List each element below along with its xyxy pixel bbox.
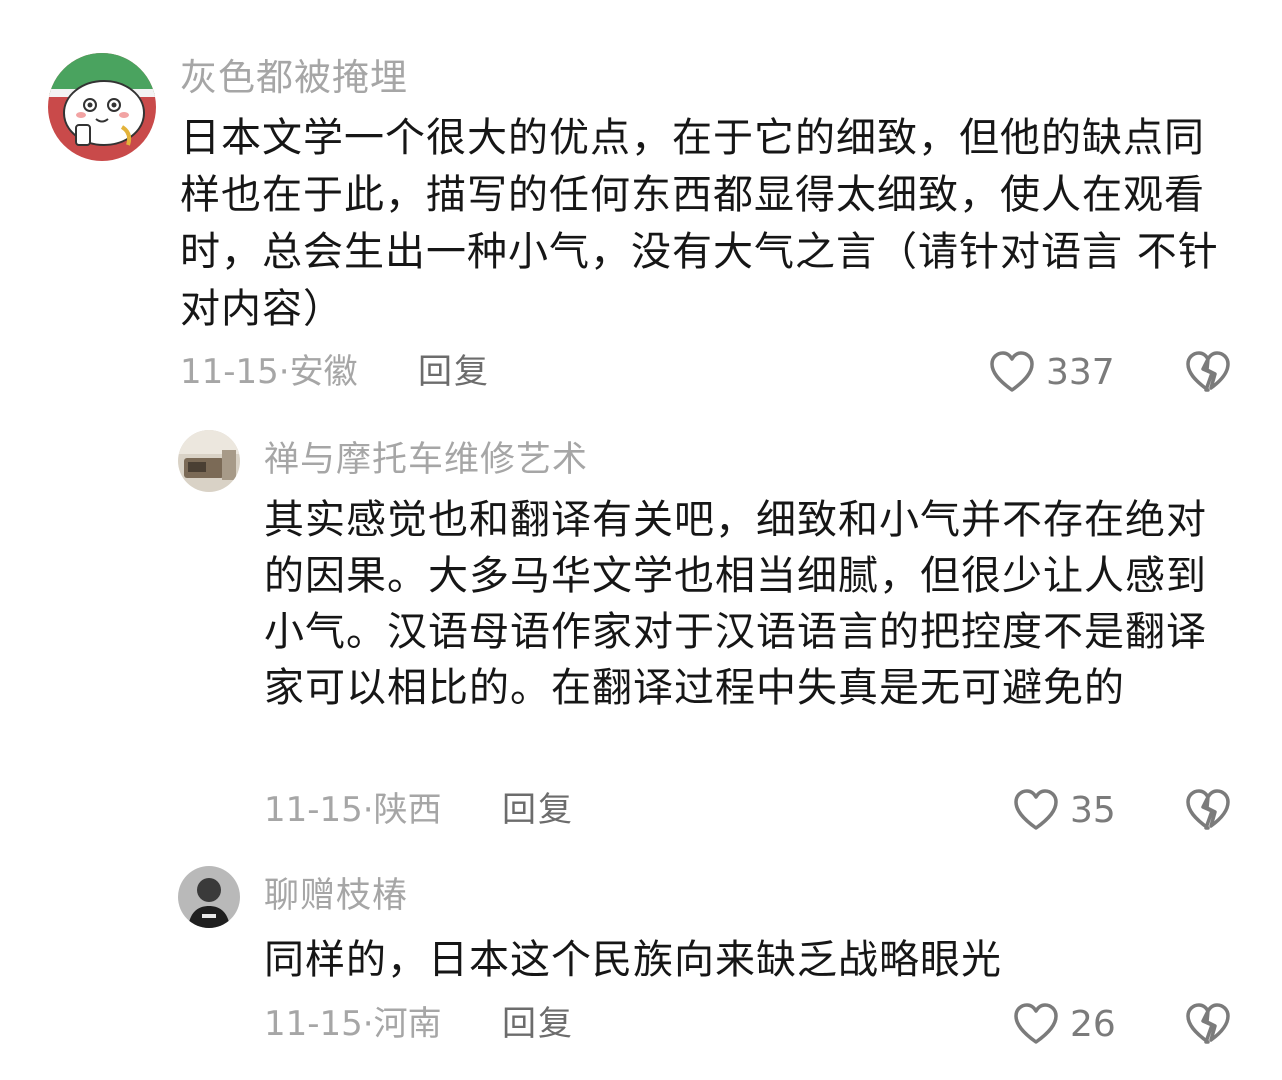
dislike-button[interactable] (1184, 1002, 1232, 1046)
username[interactable]: 禅与摩托车维修艺术 (264, 436, 588, 484)
like-count: 35 (1070, 789, 1116, 831)
comment-date-location: 11-15·陕西 (264, 790, 442, 830)
comment-text: 同样的，日本这个民族向来缺乏战略眼光 (264, 937, 1002, 983)
like-button[interactable]: 337 (988, 348, 1115, 396)
broken-heart-icon (1186, 789, 1230, 830)
username[interactable]: 聊赠枝椿 (264, 872, 408, 920)
user-avatar[interactable] (178, 866, 240, 928)
broken-heart-icon (1186, 351, 1230, 392)
comment-date-location: 11-15·安徽 (180, 352, 358, 392)
dislike-button[interactable] (1184, 788, 1232, 832)
reply-button[interactable]: 回复 (418, 348, 490, 396)
reply-button[interactable]: 回复 (502, 1000, 574, 1048)
comment-date-location: 11-15·河南 (264, 1004, 442, 1044)
heart-outline-icon (1014, 789, 1058, 830)
username[interactable]: 灰色都被掩埋 (180, 52, 408, 104)
comment-text: 其实感觉也和翻译有关吧，细致和小气并不存在绝对的因果。大多马华文学也相当细腻，但… (264, 497, 1207, 711)
user-avatar[interactable] (48, 53, 156, 161)
cartoon-avatar-icon (48, 53, 156, 161)
like-count: 337 (1046, 351, 1115, 393)
reply-button[interactable]: 回复 (502, 786, 574, 834)
like-count: 26 (1070, 1003, 1116, 1045)
like-button[interactable]: 26 (1012, 1000, 1116, 1048)
user-avatar[interactable] (178, 430, 240, 492)
photo-avatar-icon (178, 430, 240, 492)
broken-heart-icon (1186, 1003, 1230, 1044)
person-avatar-icon (178, 866, 240, 928)
heart-outline-icon (1014, 1003, 1058, 1044)
dislike-button[interactable] (1184, 350, 1232, 394)
heart-outline-icon (990, 351, 1034, 392)
like-button[interactable]: 35 (1012, 786, 1116, 834)
comment-text: 日本文学一个很大的优点，在于它的细致，但他的缺点同样也在于此，描写的任何东西都显… (180, 115, 1219, 332)
